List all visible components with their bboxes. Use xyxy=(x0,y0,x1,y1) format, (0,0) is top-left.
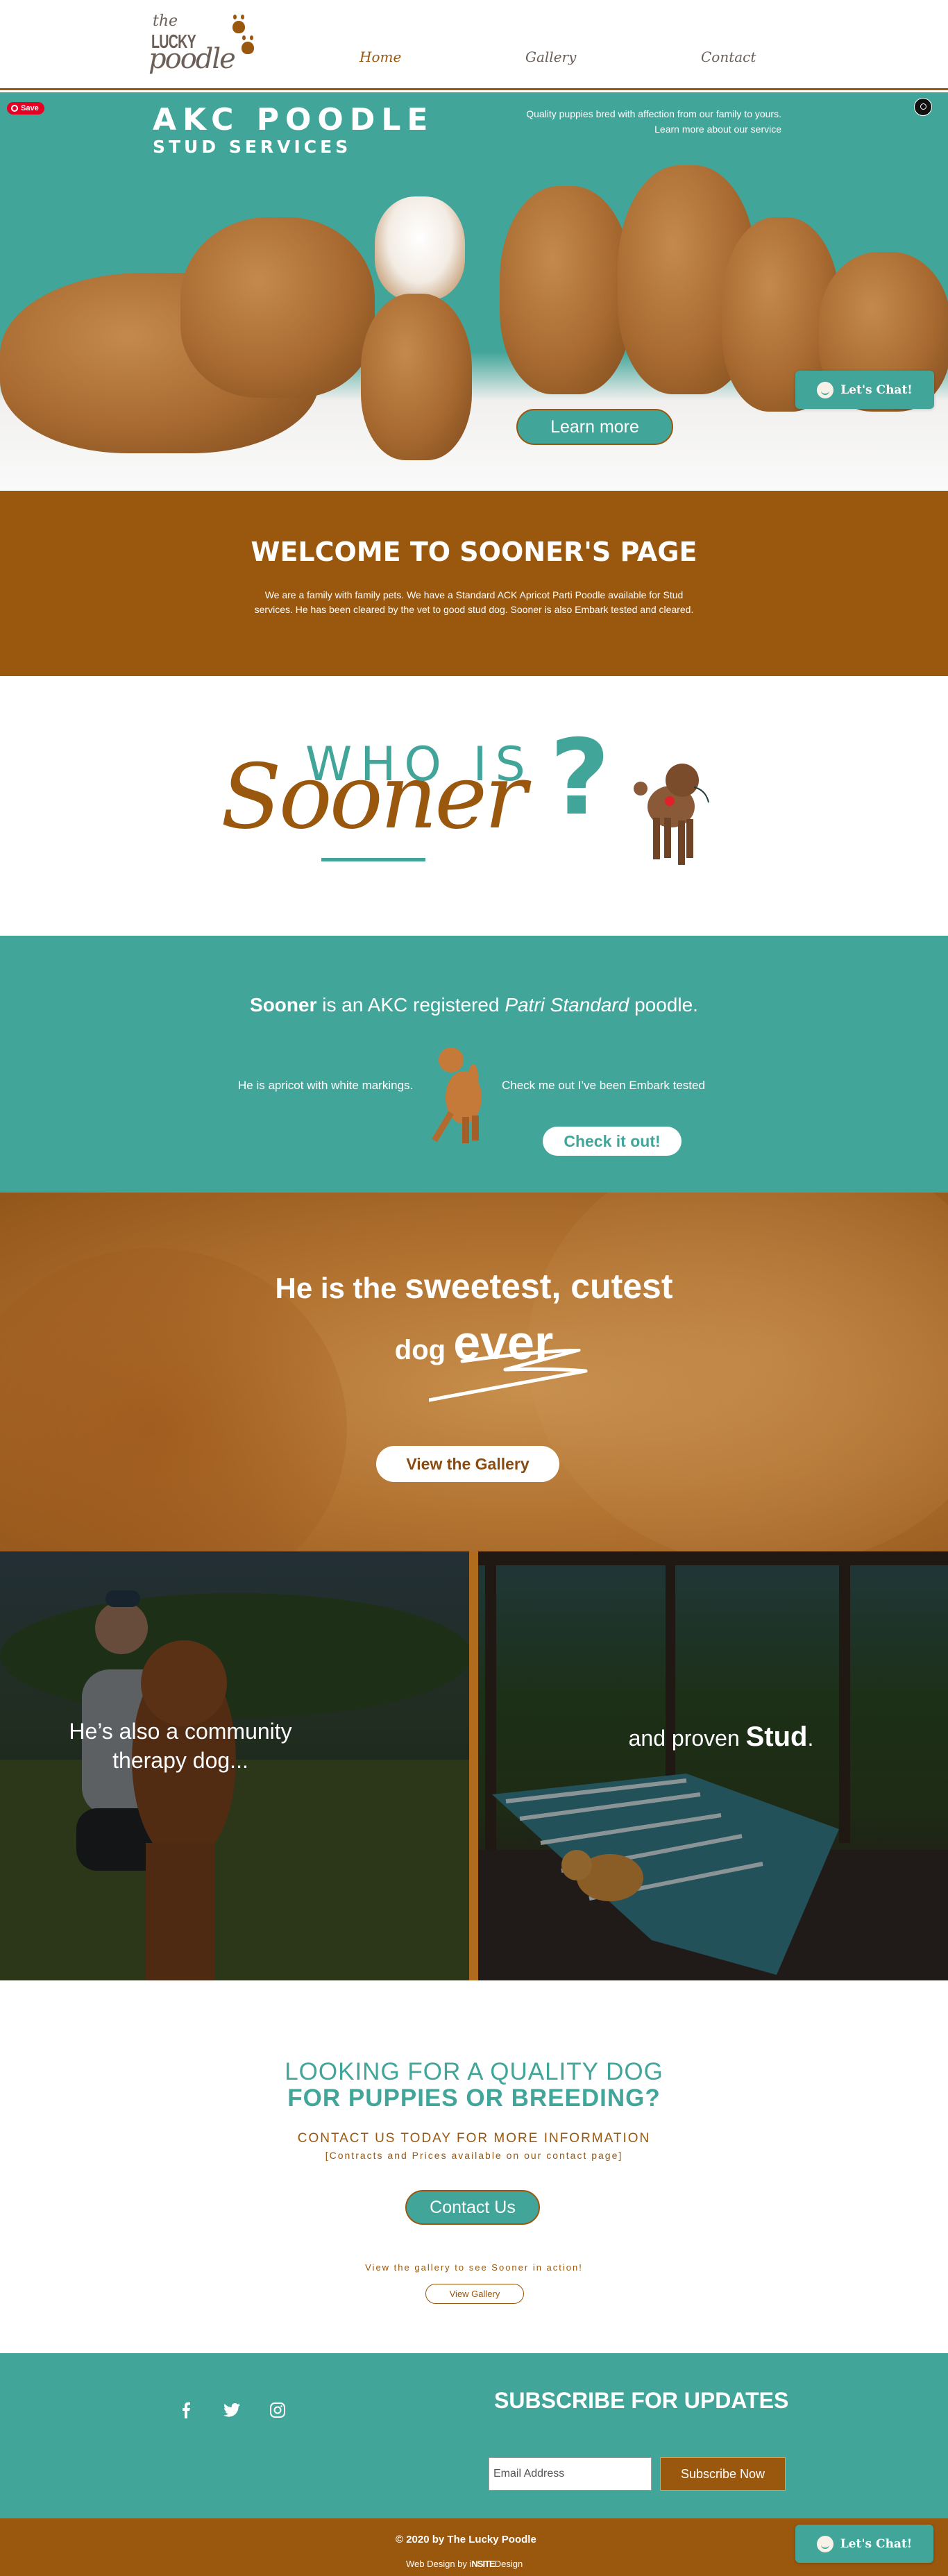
heading-underline xyxy=(321,858,425,861)
who-is-text: WHO IS xyxy=(305,737,534,792)
tagline-line-1: Quality puppies bred with affection from… xyxy=(526,108,781,119)
contact-us-button[interactable]: Contact Us xyxy=(405,2190,540,2225)
facebook-icon[interactable] xyxy=(178,2402,194,2418)
caption-line-2: therapy dog... xyxy=(112,1748,248,1773)
nav-gallery[interactable]: Gallery xyxy=(525,49,576,65)
chat-label: Let's Chat! xyxy=(840,382,913,397)
about-sooner-section: Sooner is an AKC registered Patri Standa… xyxy=(0,936,948,1193)
paw-print-icon xyxy=(232,15,245,33)
welcome-body: We are a family with family pets. We hav… xyxy=(254,589,694,615)
cta-subheading: CONTACT US TODAY FOR MORE INFORMATION xyxy=(297,2131,651,2146)
credit-prefix: Web Design by i xyxy=(406,2559,472,2569)
standing-poodle-image xyxy=(634,764,709,865)
hero-tagline: Quality puppies bred with affection from… xyxy=(526,106,781,137)
jumping-poodle-image xyxy=(432,1047,482,1143)
twitter-icon[interactable] xyxy=(223,2402,240,2418)
who-is-sooner-section: Sooner WHO IS ? xyxy=(0,676,948,936)
credit-brand: NSITE xyxy=(471,2559,495,2569)
paw-print-icon xyxy=(242,35,254,54)
contact-cta-section: LOOKING FOR A QUALITY DOG FOR PUPPIES OR… xyxy=(0,1980,948,2353)
caption-prefix: and proven xyxy=(628,1726,746,1751)
design-credit[interactable]: Web Design by iNSITEDesign xyxy=(406,2559,523,2569)
sweetest-line-1: He is the sweetest, cutest xyxy=(0,1266,948,1306)
pinterest-icon xyxy=(11,105,18,112)
footer-bottom-bar: © 2020 by The Lucky Poodle Web Design by… xyxy=(0,2518,948,2576)
about-embark-text: Check me out I’ve been Embark tested xyxy=(502,1079,705,1092)
welcome-section: WELCOME TO SOONER'S PAGE We are a family… xyxy=(0,491,948,676)
about-breed: Patri Standard xyxy=(505,994,629,1016)
about-intro: Sooner is an AKC registered Patri Standa… xyxy=(0,994,948,1016)
about-color-text: He is apricot with white markings. xyxy=(238,1079,414,1092)
hero-title: AKC POODLE xyxy=(153,102,434,137)
nav-home[interactable]: Home xyxy=(359,49,401,65)
site-footer: SUBSCRIBE FOR UPDATES Subscribe Now xyxy=(0,2353,948,2518)
hero-section: Save AKC POODLE STUD SERVICES Quality pu… xyxy=(0,92,948,491)
check-it-out-button[interactable]: Check it out! xyxy=(543,1127,682,1156)
caption-line-1: He’s also a community xyxy=(69,1719,292,1744)
puppy-image xyxy=(361,294,472,460)
tagline-line-2: Learn more about our service xyxy=(654,124,781,135)
nav-contact[interactable]: Contact xyxy=(701,49,756,65)
site-logo[interactable]: the LUCKY poodle xyxy=(146,12,264,82)
subscribe-heading: SUBSCRIBE FOR UPDATES xyxy=(494,2388,789,2413)
therapy-dog-photo: He’s also a community therapy dog... xyxy=(0,1551,469,1980)
lets-chat-footer-button[interactable]: Let's Chat! xyxy=(795,2525,933,2563)
sweetest-prefix: He is the xyxy=(275,1272,405,1304)
photo-overlay xyxy=(478,1551,948,1980)
proven-stud-caption: and proven Stud. xyxy=(617,1722,825,1753)
welcome-heading: WELCOME TO SOONER'S PAGE xyxy=(251,537,697,567)
puppy-image xyxy=(180,217,375,398)
pinterest-save-button[interactable]: Save xyxy=(7,102,44,115)
sweetest-emphasis: sweetest, cutest xyxy=(405,1267,673,1306)
puppy-image xyxy=(375,196,465,301)
image-zoom-icon[interactable] xyxy=(914,98,932,116)
about-intro-mid: is an AKC registered xyxy=(316,994,505,1016)
credit-suffix: Design xyxy=(494,2559,523,2569)
logo-poodle-text: poodle xyxy=(149,43,236,75)
smiley-icon xyxy=(816,2535,833,2552)
about-intro-end: poodle. xyxy=(629,994,698,1016)
lets-chat-button[interactable]: Let's Chat! xyxy=(795,371,934,409)
email-input[interactable] xyxy=(489,2457,652,2491)
instagram-icon[interactable] xyxy=(269,2402,286,2418)
question-mark: ? xyxy=(550,718,611,839)
fur-background xyxy=(527,1193,948,1551)
puppy-image xyxy=(500,186,632,394)
smiley-icon xyxy=(817,381,834,398)
therapy-dog-caption: He’s also a community therapy dog... xyxy=(56,1717,305,1775)
chat-label: Let's Chat! xyxy=(840,2536,913,2551)
logo-the-text: the xyxy=(153,12,178,30)
caption-period: . xyxy=(807,1726,814,1751)
hero-subtitle: STUD SERVICES xyxy=(153,137,352,157)
sweetest-dog-section: He is the sweetest, cutest dog ever View… xyxy=(0,1193,948,1551)
save-label: Save xyxy=(21,104,39,112)
cta-heading-line-2: FOR PUPPIES OR BREEDING? xyxy=(287,2085,661,2112)
learn-more-button[interactable]: Learn more xyxy=(516,409,673,445)
subscribe-now-button[interactable]: Subscribe Now xyxy=(660,2457,786,2491)
cta-heading-line-1: LOOKING FOR A QUALITY DOG xyxy=(285,2058,663,2085)
about-name: Sooner xyxy=(250,994,317,1016)
caption-stud: Stud xyxy=(745,1721,808,1752)
gallery-invite-text: View the gallery to see Sooner in action… xyxy=(365,2262,583,2273)
view-the-gallery-button[interactable]: View the Gallery xyxy=(376,1446,559,1482)
proven-stud-photo: and proven Stud. xyxy=(478,1551,948,1980)
cta-note: [Contracts and Prices available on our c… xyxy=(325,2150,623,2161)
copyright-text: © 2020 by The Lucky Poodle xyxy=(396,2534,536,2545)
site-header: the LUCKY poodle Home Gallery Contact xyxy=(0,0,948,90)
swash-underline-icon xyxy=(429,1349,588,1402)
photo-panels-section: He’s also a community therapy dog... and… xyxy=(0,1551,948,1980)
view-gallery-button[interactable]: View Gallery xyxy=(425,2284,524,2304)
